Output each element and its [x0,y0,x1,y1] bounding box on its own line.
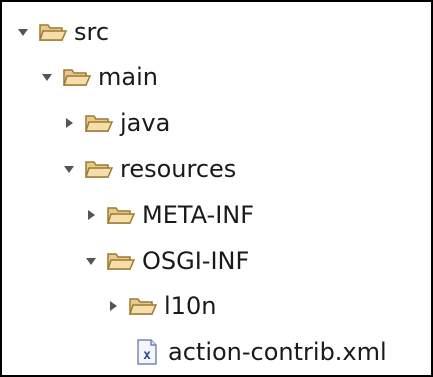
expanded-arrow-icon[interactable] [16,25,30,39]
xml-file-icon: x [136,339,158,365]
tree-item-src[interactable]: src [16,10,109,54]
expanded-arrow-icon[interactable] [84,254,98,268]
tree-item-meta-inf[interactable]: META-INF [84,193,254,237]
tree-item-label: META-INF [142,201,255,229]
collapsed-arrow-icon[interactable] [106,299,120,313]
collapsed-arrow-icon[interactable] [84,208,98,222]
tree-item-main[interactable]: main [40,55,158,99]
tree-item-l10n[interactable]: l10n [106,284,216,328]
tree-item-label: java [120,109,171,137]
tree-item-resources[interactable]: resources [62,147,236,191]
folder-open-icon [38,21,68,43]
expanded-arrow-icon[interactable] [40,70,54,84]
collapsed-arrow-icon[interactable] [62,116,76,130]
tree-item-osgi-inf[interactable]: OSGI-INF [84,239,249,283]
project-explorer-tree: src main java resources META-INF OSGI-IN… [0,0,433,377]
tree-item-action-contrib-xml[interactable]: x action-contrib.xml [136,330,387,374]
expanded-arrow-icon[interactable] [62,162,76,176]
tree-item-label: resources [120,155,237,183]
svg-text:x: x [143,348,151,363]
folder-open-icon [106,204,136,226]
folder-open-icon [106,250,136,272]
tree-item-java[interactable]: java [62,101,170,145]
tree-item-label: OSGI-INF [142,247,250,275]
folder-open-icon [84,112,114,134]
tree-item-label: main [98,63,158,91]
folder-open-icon [62,66,92,88]
tree-item-label: src [74,18,110,46]
folder-open-icon [128,295,158,317]
folder-open-icon [84,158,114,180]
tree-item-label: action-contrib.xml [168,338,387,366]
tree-item-label: l10n [164,292,217,320]
